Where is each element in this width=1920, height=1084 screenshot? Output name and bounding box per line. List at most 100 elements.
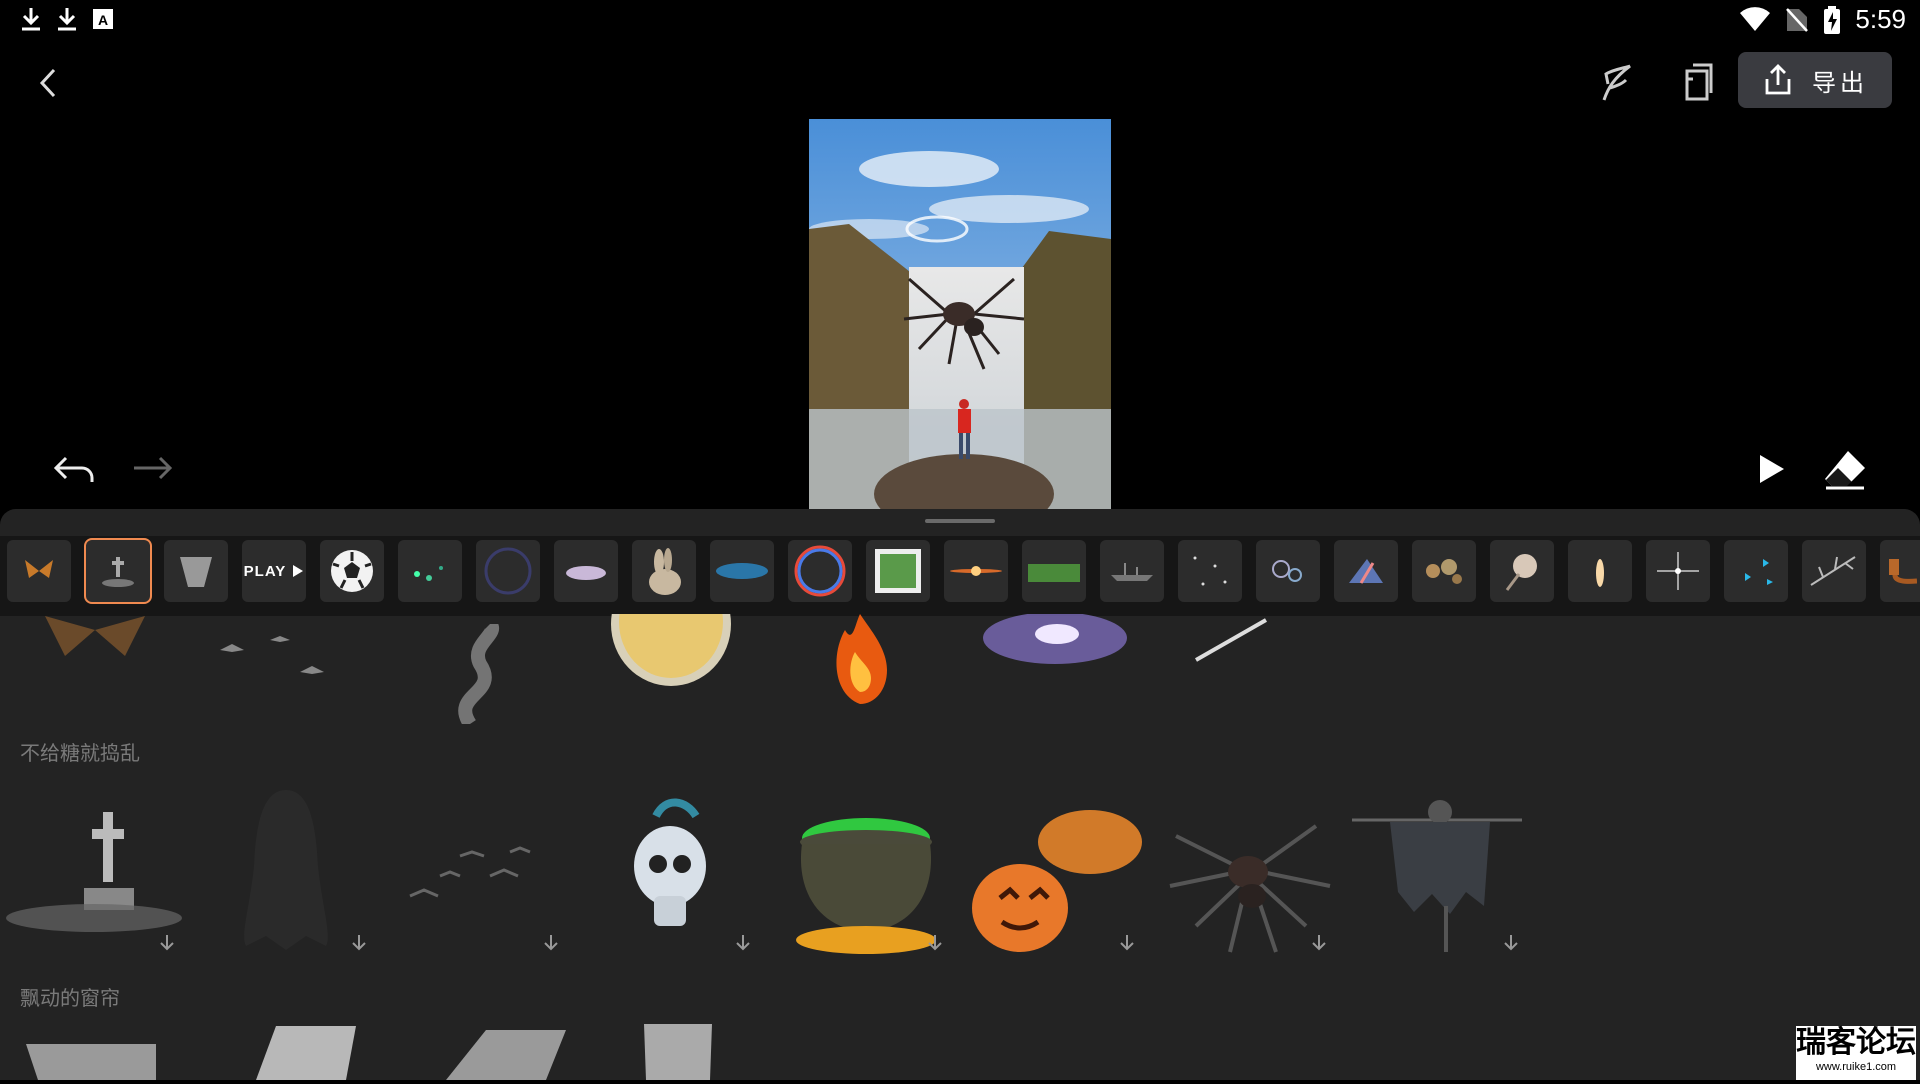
asset-scarecrow[interactable] (1350, 796, 1526, 960)
play-icon (293, 565, 304, 577)
download-icon[interactable] (1502, 934, 1520, 952)
category-candle[interactable] (1568, 540, 1632, 602)
dark-ring-icon (484, 547, 532, 595)
category-gravestone[interactable] (86, 540, 150, 602)
soccer-ball-icon (331, 550, 373, 592)
download-icon[interactable] (926, 934, 944, 952)
asset-butterfly[interactable] (40, 616, 150, 674)
section-title-curtains: 飘动的窗帘 (20, 986, 120, 1010)
category-grass[interactable] (1022, 540, 1086, 602)
undo-button[interactable] (52, 452, 96, 490)
download-icon[interactable] (734, 934, 752, 952)
layers-icon (1685, 63, 1713, 101)
branch-icon (1810, 556, 1856, 586)
category-play[interactable]: PLAY (242, 540, 306, 602)
asset-smoke[interactable] (440, 619, 540, 728)
asset-bats[interactable] (210, 616, 370, 690)
fire-icon (836, 614, 887, 704)
blue-particles-icon (716, 563, 768, 579)
undo-icon (53, 456, 94, 482)
asset-cauldron[interactable] (786, 808, 946, 962)
download-icon[interactable] (350, 934, 368, 952)
category-branch[interactable] (1802, 540, 1866, 602)
asset-gravestone[interactable] (4, 800, 184, 944)
category-soccer-ball[interactable] (320, 540, 384, 602)
category-butterfly[interactable] (7, 540, 71, 602)
battery-charging-icon (1824, 5, 1841, 34)
scarecrow-icon (1352, 800, 1522, 952)
butterfly-icon (25, 560, 53, 578)
category-rabbit[interactable] (632, 540, 696, 602)
asset-bats[interactable] (400, 836, 550, 920)
blue-butterflies-icon (1745, 559, 1773, 585)
export-button[interactable]: 导出 (1738, 52, 1892, 108)
play-button[interactable] (1756, 452, 1786, 490)
asset-coffee[interactable] (610, 562, 732, 692)
lace-panel-icon (644, 1024, 712, 1080)
layers-button[interactable] (1674, 58, 1722, 106)
category-pipe[interactable] (1880, 540, 1920, 602)
category-dark-ring[interactable] (476, 540, 540, 602)
redo-button[interactable] (130, 452, 174, 490)
status-left-icons: A (20, 6, 114, 32)
category-blue-particles[interactable] (710, 540, 774, 602)
category-leaves[interactable] (398, 540, 462, 602)
asset-ghost[interactable] (236, 786, 336, 956)
category-blue-butterflies[interactable] (1724, 540, 1788, 602)
asset-meteor[interactable] (1190, 616, 1270, 670)
download-icon[interactable] (1310, 934, 1328, 952)
canvas-preview[interactable] (809, 119, 1111, 509)
asset-skull[interactable] (626, 796, 716, 950)
category-cloud[interactable] (554, 540, 618, 602)
category-sparkle[interactable] (1646, 540, 1710, 602)
ghost-icon (244, 790, 328, 950)
asset-spider[interactable] (1166, 796, 1332, 960)
galaxy-icon (983, 612, 1127, 664)
waterfall-scene (809, 119, 1111, 509)
brush-button[interactable] (1594, 58, 1642, 106)
curtain-icon (180, 557, 212, 587)
category-rainbow-ring[interactable] (788, 540, 852, 602)
pumpkin-icon (972, 810, 1142, 952)
category-prism[interactable] (1334, 540, 1398, 602)
category-bokeh[interactable] (1412, 540, 1476, 602)
gravestone-icon (6, 812, 182, 932)
asset-galaxy[interactable] (975, 612, 1135, 678)
eraser-icon (1825, 451, 1865, 490)
status-time: 5:59 (1855, 4, 1906, 34)
status-right: 5:59 (1739, 4, 1906, 35)
bokeh-icon (1426, 559, 1462, 584)
back-button[interactable] (34, 62, 64, 104)
share-icon (1765, 64, 1791, 95)
leaves-icon (414, 566, 443, 581)
category-lens-flare[interactable] (944, 540, 1008, 602)
asset-lace-panel[interactable] (640, 1024, 716, 1084)
eraser-button[interactable] (1822, 448, 1868, 494)
asset-lace-curtain[interactable] (26, 1044, 156, 1084)
download-icon[interactable] (1118, 934, 1136, 952)
category-window[interactable] (866, 540, 930, 602)
category-ship[interactable] (1100, 540, 1164, 602)
spider-icon (1169, 824, 1331, 953)
category-stars[interactable] (1178, 540, 1242, 602)
lens-flare-icon (950, 566, 1002, 576)
rainbow-ring-icon (794, 545, 846, 597)
feather-icon (1602, 64, 1631, 101)
asset-fire[interactable] (825, 614, 895, 708)
skull-icon (634, 798, 706, 926)
category-dandelion[interactable] (1490, 540, 1554, 602)
download-icon (58, 8, 76, 31)
asset-drape[interactable] (446, 1030, 566, 1084)
category-curtain[interactable] (164, 540, 228, 602)
download-icon[interactable] (158, 934, 176, 952)
meteor-icon (1195, 618, 1267, 662)
category-bubbles[interactable] (1256, 540, 1320, 602)
play-thumb-label: PLAY (243, 562, 287, 580)
drag-handle[interactable] (925, 519, 995, 523)
cloud-icon (566, 566, 606, 580)
bats-icon (220, 636, 324, 674)
lace-curtain-icon (26, 1044, 156, 1080)
download-icon[interactable] (542, 934, 560, 952)
asset-white-curtain[interactable] (256, 1026, 356, 1084)
play-icon (1760, 455, 1784, 483)
